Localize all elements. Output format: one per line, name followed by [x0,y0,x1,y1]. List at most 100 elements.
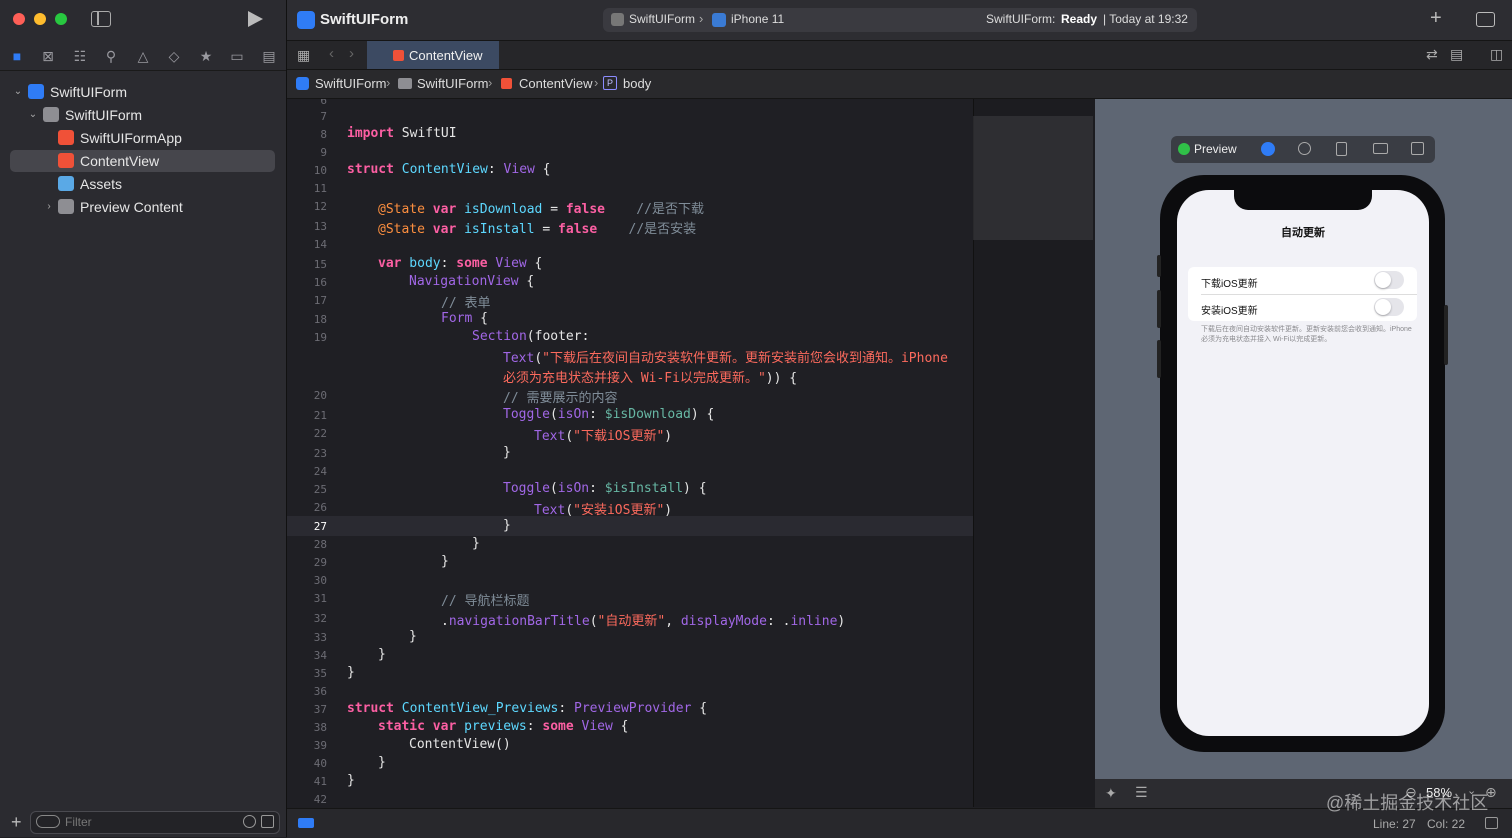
warning-icon[interactable]: △ [134,47,152,65]
breakpoint-icon[interactable]: ▭ [228,47,246,65]
filter-options-icon[interactable] [36,815,60,828]
nav-title: 自动更新 [1281,227,1325,239]
line-number: 40 [313,757,327,770]
debug-area-icon[interactable] [298,818,314,828]
device-settings-icon[interactable] [1373,143,1388,154]
code-editor[interactable]: 6 7 8 9 10 11 12 13 14 15 16 17 18 19 20 21 22 23 24 25 26 27… [287,99,973,807]
live-preview-icon[interactable] [1261,142,1275,156]
source-control-icon[interactable]: ⊠ [39,47,57,65]
forward-icon[interactable]: › [349,45,354,62]
code-line: } [409,629,417,644]
line-number: 17 [313,294,327,307]
chevron-right-icon[interactable]: › [43,196,55,218]
code-line: } [441,554,449,569]
pin-icon[interactable]: ✦ [1105,785,1117,802]
chevron-down-icon[interactable]: ⌄ [27,104,39,126]
code-line: // 表单 [441,296,491,311]
line-number: 14 [313,238,327,251]
toggle-row-download[interactable]: 下载iOS更新 [1188,267,1417,294]
line-number: 31 [313,592,327,605]
toggle-navigator-icon[interactable] [91,11,111,27]
recent-files-icon[interactable] [243,815,256,828]
test-icon[interactable]: ◇ [165,47,183,65]
grid-icon[interactable]: ▦ [297,47,310,64]
device-notch [1234,190,1372,210]
back-icon[interactable]: ‹ [329,45,334,62]
add-icon[interactable]: + [11,812,22,833]
line-number: 25 [313,483,327,496]
code-line: static var previews: some View { [378,719,629,734]
inspector-toggle-icon[interactable] [1485,817,1498,829]
search-icon[interactable]: ⚲ [102,47,120,65]
device-button [1157,255,1161,277]
related-items-icon[interactable]: ⇄ [1426,46,1438,63]
line-number: 12 [313,200,327,213]
scheme-selector[interactable]: SwiftUIForm [629,12,695,26]
chevron-down-icon[interactable]: ⌄ [12,81,24,103]
line-number: 23 [313,447,327,460]
line-number: 26 [313,501,327,514]
code-line: import SwiftUI [347,126,457,141]
device-button [1444,305,1448,365]
editor-options-icon[interactable]: ▤ [1450,46,1463,63]
line-number: 32 [313,612,327,625]
variants-icon[interactable] [1298,142,1311,155]
adjust-icon[interactable]: ☰ [1135,784,1148,801]
tab-contentview[interactable]: ContentView [367,41,499,69]
split-editor-icon[interactable]: ◫ [1490,46,1503,63]
run-icon[interactable] [248,11,263,27]
line-number: 29 [313,556,327,569]
scheme-and-status-bar[interactable]: SwiftUIForm › iPhone 11 SwiftUIForm: Rea… [603,8,1197,32]
tree-item-swiftuiformapp[interactable]: SwiftUIFormApp [10,127,275,149]
line-number: 13 [313,220,327,233]
filter-input[interactable]: Filter [30,811,280,834]
toggle-row-install[interactable]: 安装iOS更新 [1188,294,1417,321]
tree-item-contentview[interactable]: ContentView [10,150,275,172]
device-icon [712,13,726,27]
asset-catalog-icon [58,176,74,191]
tree-item-project[interactable]: ⌄ SwiftUIForm [10,81,275,103]
install-toggle[interactable] [1374,298,1404,316]
duplicate-preview-icon[interactable] [1411,142,1424,155]
minimize-window-button[interactable] [34,13,46,25]
orientation-icon[interactable] [1336,142,1347,156]
folder-icon[interactable]: ■ [8,47,26,65]
breadcrumb-file[interactable]: ContentView [519,76,592,91]
breadcrumb-group[interactable]: SwiftUIForm [417,76,489,91]
minimap-visible-region[interactable] [973,116,1093,240]
add-library-icon[interactable]: + [1430,7,1442,30]
debug-icon[interactable]: ★ [197,47,215,65]
line-number: 6 [320,99,327,107]
tree-item-preview-content[interactable]: › Preview Content [10,196,275,218]
folder-icon [58,199,74,214]
code-line: } [472,536,480,551]
chevron-right-icon: › [488,75,493,90]
app-scheme-icon [611,13,624,26]
watermark: @稀土掘金技术社区 [1326,793,1489,813]
device-screen[interactable]: 自动更新 下载iOS更新 安装iOS更新 下载后在夜间自动安装软件更新。更新安装… [1177,190,1429,736]
tree-item-assets[interactable]: Assets [10,173,275,195]
toggle-inspector-icon[interactable] [1476,12,1495,27]
code-line: 必须为充电状态并接入 Wi-Fi以完成更新。")) { [503,371,798,386]
close-window-button[interactable] [13,13,25,25]
folder-icon [398,78,412,89]
line-number: 38 [313,721,327,734]
filter-scm-icon[interactable] [261,815,274,828]
report-icon[interactable]: ▤ [260,47,278,65]
swift-file-icon [501,78,512,89]
zoom-window-button[interactable] [55,13,67,25]
code-line: Text("安装iOS更新") [534,503,673,518]
code-line: } [503,518,511,533]
code-line: Toggle(isOn: $isInstall) { [503,481,707,496]
symbol-icon[interactable]: ☷ [71,47,89,65]
code-line: } [378,755,386,770]
device-selector[interactable]: iPhone 11 [731,12,784,26]
breadcrumb-symbol[interactable]: body [623,76,651,91]
line-number: 22 [313,427,327,440]
code-line: Form { [441,311,488,326]
line-number: 18 [313,313,327,326]
folder-icon [43,107,59,122]
tree-item-group[interactable]: ⌄ SwiftUIForm [10,104,275,126]
download-toggle[interactable] [1374,271,1404,289]
breadcrumb-project[interactable]: SwiftUIForm [315,76,387,91]
